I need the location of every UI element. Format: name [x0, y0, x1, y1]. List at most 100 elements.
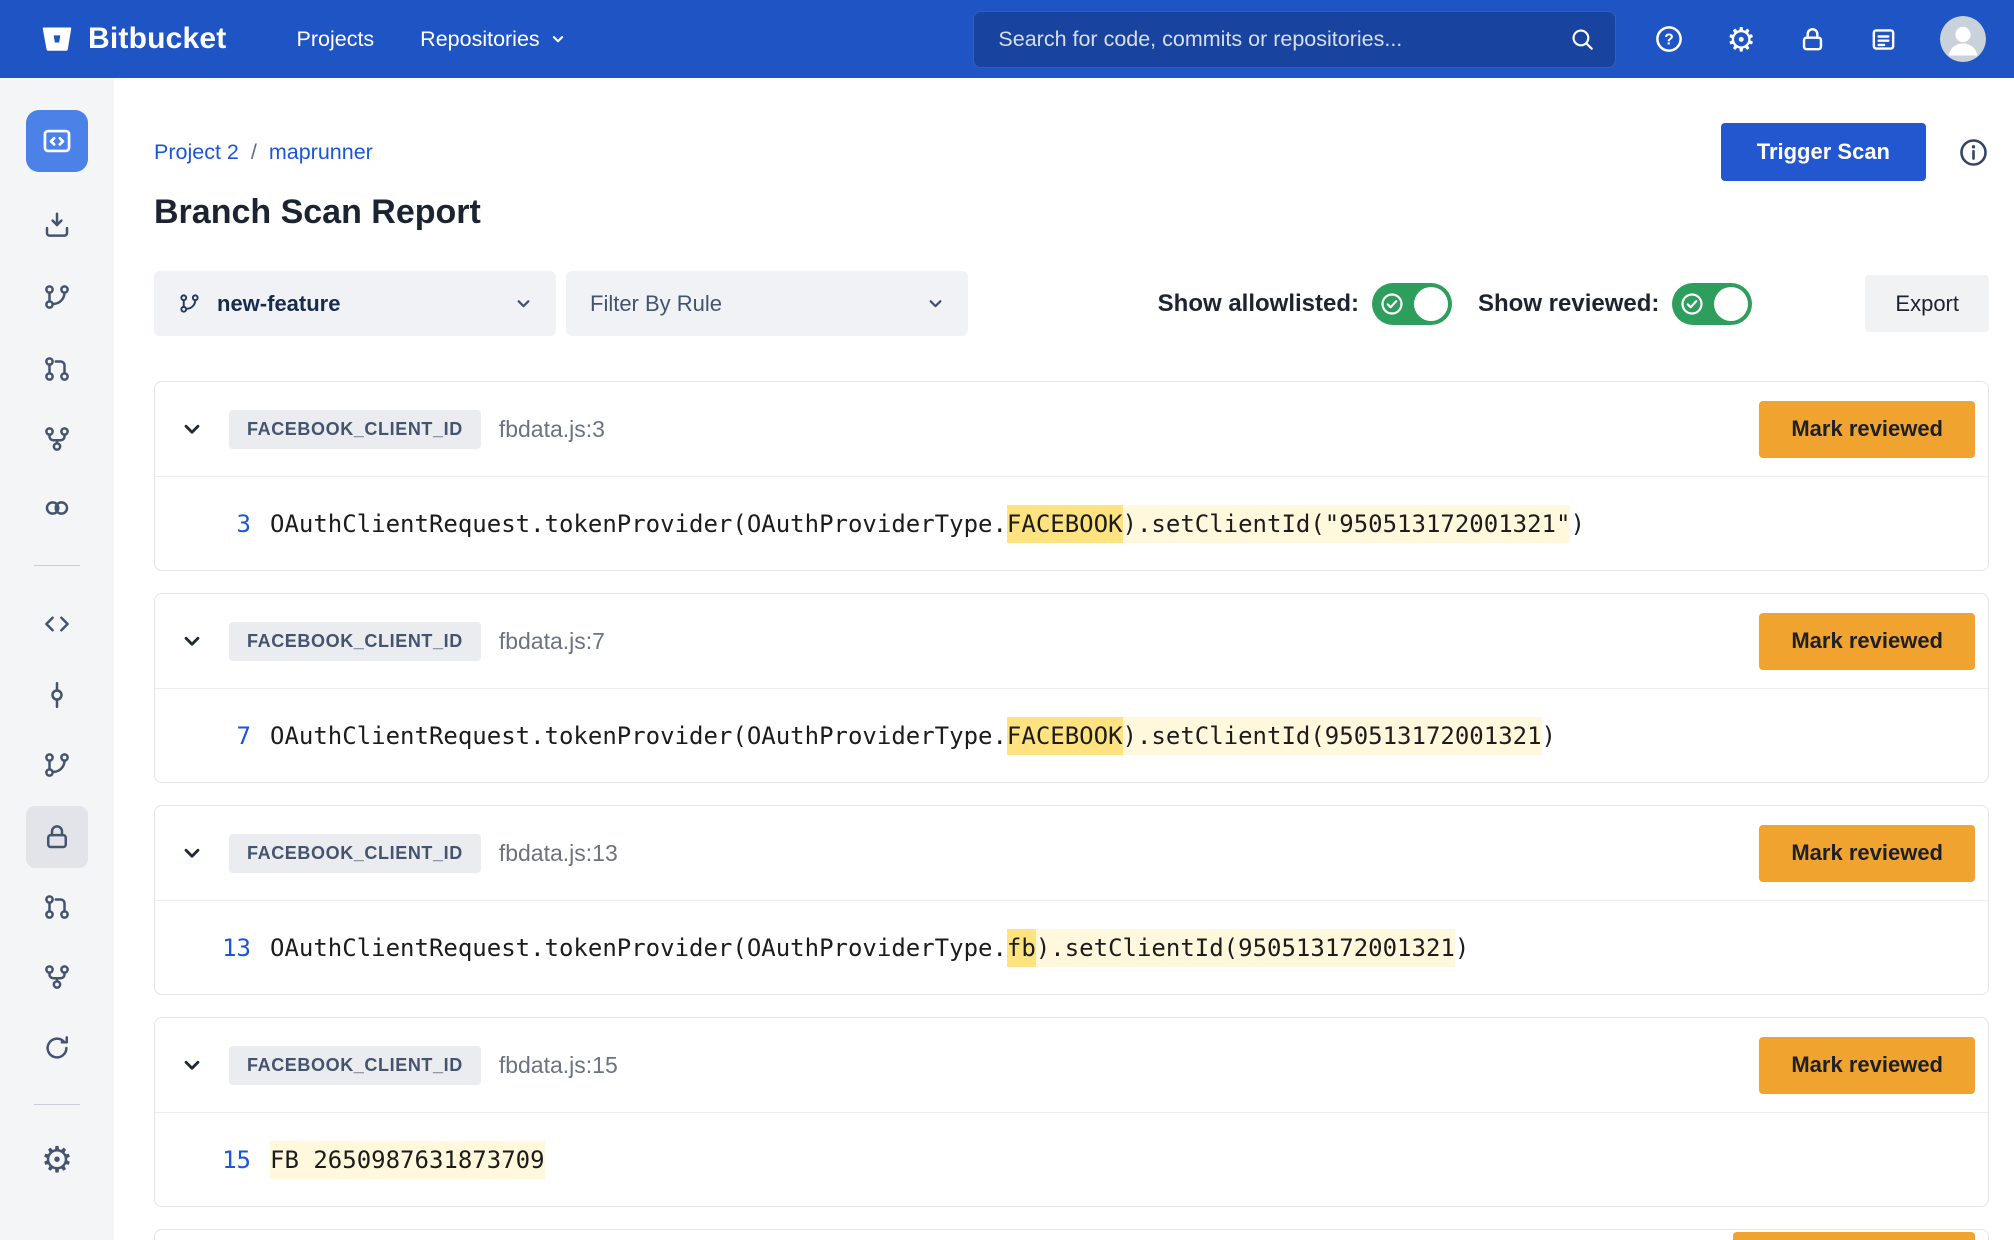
changelog-icon[interactable] — [1869, 25, 1898, 54]
sidebar-item-builds[interactable] — [35, 1026, 79, 1070]
rule-badge: FACEBOOK_CLIENT_ID — [229, 622, 481, 661]
sidebar-item-security-scan[interactable] — [26, 806, 88, 868]
mark-reviewed-button[interactable] — [1733, 1232, 1975, 1240]
toggle-group: Show allowlisted: Show reviewed: — [1158, 283, 1753, 325]
sidebar-item-clone[interactable] — [35, 203, 79, 247]
settings-gear-icon[interactable]: ⚙ — [1726, 23, 1756, 56]
code-text: OAuthClientRequest.tokenProvider(OAuthPr… — [270, 934, 1469, 962]
toggle-knob — [1414, 287, 1448, 321]
rule-badge: FACEBOOK_CLIENT_ID — [229, 410, 481, 449]
branch-selector-dropdown[interactable]: new-feature — [154, 271, 556, 336]
finding-card-partial — [154, 1229, 1989, 1240]
toggle-knob — [1714, 287, 1748, 321]
check-icon — [1680, 292, 1704, 316]
sidebar-item-settings[interactable]: ⚙ — [35, 1139, 79, 1183]
collapse-chevron-icon[interactable] — [179, 840, 205, 866]
code-text: OAuthClientRequest.tokenProvider(OAuthPr… — [270, 722, 1556, 750]
finding-card: FACEBOOK_CLIENT_ID fbdata.js:3 Mark revi… — [154, 381, 1989, 571]
check-icon — [1380, 292, 1404, 316]
fork-icon — [42, 424, 72, 454]
code-text: OAuthClientRequest.tokenProvider(OAuthPr… — [270, 510, 1585, 538]
show-allowlisted-label: Show allowlisted: — [1158, 290, 1359, 318]
search-input[interactable] — [998, 27, 1569, 52]
mark-reviewed-button[interactable]: Mark reviewed — [1759, 401, 1975, 458]
collapse-chevron-icon[interactable] — [179, 1052, 205, 1078]
pipelines-icon — [42, 493, 72, 523]
export-button[interactable]: Export — [1865, 275, 1989, 332]
brand-name: Bitbucket — [88, 22, 227, 56]
nav-item-label: Repositories — [420, 27, 540, 52]
chevron-down-icon — [925, 293, 946, 314]
pull-request-icon — [42, 892, 72, 922]
nav-item-label: Projects — [297, 27, 375, 52]
finding-header: FACEBOOK_CLIENT_ID fbdata.js:7 Mark revi… — [155, 594, 1988, 688]
breadcrumb: Project 2 / maprunner — [154, 140, 373, 165]
sidebar-item-pipelines[interactable] — [35, 486, 79, 530]
mark-reviewed-button[interactable]: Mark reviewed — [1759, 613, 1975, 670]
show-reviewed-toggle[interactable] — [1672, 283, 1752, 325]
sidebar-divider — [34, 1104, 80, 1105]
finding-header: FACEBOOK_CLIENT_ID fbdata.js:3 Mark revi… — [155, 382, 1988, 476]
pull-request-icon — [42, 354, 72, 384]
finding-location: fbdata.js:13 — [499, 840, 618, 867]
finding-location: fbdata.js:3 — [499, 416, 605, 443]
code-line-row: 13 OAuthClientRequest.tokenProvider(OAut… — [155, 900, 1988, 994]
nav-item-projects[interactable]: Projects — [297, 27, 375, 52]
top-navigation: Bitbucket Projects Repositories ? ⚙ — [0, 0, 2014, 78]
breadcrumb-repo-link[interactable]: maprunner — [269, 140, 373, 165]
main-content: Project 2 / maprunner Trigger Scan Branc… — [114, 78, 2014, 1240]
nav-icon-group: ? ⚙ — [1654, 16, 1986, 62]
bitbucket-logo[interactable]: Bitbucket — [39, 21, 227, 57]
sidebar-item-pull-requests[interactable] — [35, 885, 79, 929]
page-title: Branch Scan Report — [154, 192, 1989, 232]
branch-selector-value: new-feature — [217, 291, 340, 317]
code-line-row: 7 OAuthClientRequest.tokenProvider(OAuth… — [155, 688, 1988, 782]
search-icon[interactable] — [1569, 26, 1595, 52]
chevron-down-icon — [513, 293, 534, 314]
sidebar-item-compare[interactable] — [35, 417, 79, 461]
breadcrumb-project-link[interactable]: Project 2 — [154, 140, 239, 165]
branch-icon — [42, 282, 72, 312]
branches-icon — [42, 750, 72, 780]
finding-location: fbdata.js:15 — [499, 1052, 618, 1079]
sidebar-divider — [34, 565, 80, 566]
source-code-icon — [42, 609, 72, 639]
global-search[interactable] — [973, 11, 1616, 68]
findings-list: FACEBOOK_CLIENT_ID fbdata.js:3 Mark revi… — [154, 381, 1989, 1207]
sidebar-item-create-branch[interactable] — [35, 275, 79, 319]
trigger-scan-button[interactable]: Trigger Scan — [1721, 123, 1926, 181]
user-avatar-icon — [1940, 16, 1986, 62]
sidebar-item-create-pull-request[interactable] — [35, 347, 79, 391]
line-number: 7 — [155, 722, 251, 750]
mark-reviewed-button[interactable]: Mark reviewed — [1759, 825, 1975, 882]
repo-code-icon — [40, 124, 74, 158]
sidebar-item-deployments[interactable] — [35, 955, 79, 999]
show-reviewed-label: Show reviewed: — [1478, 290, 1659, 318]
help-icon[interactable]: ? — [1654, 24, 1684, 54]
nav-item-repositories[interactable]: Repositories — [420, 27, 567, 52]
finding-location: fbdata.js:7 — [499, 628, 605, 655]
code-text: FB 2650987631873709 — [270, 1146, 545, 1174]
show-allowlisted-toggle[interactable] — [1372, 283, 1452, 325]
rule-badge: FACEBOOK_CLIENT_ID — [229, 1046, 481, 1085]
avatar[interactable] — [1940, 16, 1986, 62]
line-number: 13 — [155, 934, 251, 962]
line-number: 15 — [155, 1146, 251, 1174]
svg-text:?: ? — [1665, 32, 1675, 49]
rule-filter-dropdown[interactable]: Filter By Rule — [566, 271, 968, 336]
finding-header — [155, 1230, 1988, 1240]
sidebar-item-commits[interactable] — [35, 673, 79, 717]
mark-reviewed-button[interactable]: Mark reviewed — [1759, 1037, 1975, 1094]
rule-filter-value: Filter By Rule — [590, 291, 722, 317]
breadcrumb-separator: / — [251, 140, 257, 165]
info-icon[interactable] — [1958, 137, 1989, 168]
admin-lock-icon[interactable] — [1798, 25, 1827, 54]
rule-badge: FACEBOOK_CLIENT_ID — [229, 834, 481, 873]
repository-avatar[interactable] — [26, 110, 88, 172]
sidebar-item-source[interactable] — [35, 602, 79, 646]
collapse-chevron-icon[interactable] — [179, 416, 205, 442]
sidebar-item-branches[interactable] — [35, 743, 79, 787]
deployments-icon — [42, 962, 72, 992]
collapse-chevron-icon[interactable] — [179, 628, 205, 654]
page-header: Project 2 / maprunner Trigger Scan — [154, 123, 1989, 181]
